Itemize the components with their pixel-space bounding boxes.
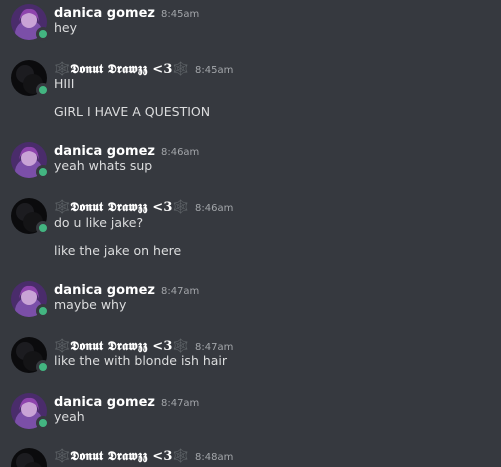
timestamp: 8:47am (160, 286, 200, 297)
avatar[interactable] (11, 4, 50, 41)
online-status-icon (36, 165, 50, 179)
message-text: maybe why (54, 297, 127, 312)
online-status-icon (36, 416, 50, 430)
online-status-icon (36, 304, 50, 318)
message-group: danica gomez 8:46am yeah whats sup (0, 138, 501, 188)
message-text: like the with blonde ish hair (54, 353, 228, 368)
message-text: hey (54, 20, 78, 35)
online-status-icon (36, 360, 50, 374)
timestamp: 8:47am (160, 398, 200, 409)
message-header: 🕸️𝕯𝖔𝖓𝖚𝖙 𝕯𝖗𝖆𝖜𝖟𝖟 <3🕸️ 8:48am (54, 444, 233, 466)
avatar[interactable] (11, 281, 50, 318)
message-group: 🕸️𝕯𝖔𝖓𝖚𝖙 𝕯𝖗𝖆𝖜𝖟𝖟 <3🕸️ 8:48am (0, 444, 501, 467)
username[interactable]: 🕸️𝕯𝖔𝖓𝖚𝖙 𝕯𝖗𝖆𝖜𝖟𝖟 <3🕸️ (54, 449, 189, 464)
avatar[interactable] (11, 337, 50, 374)
timestamp: 8:45am (160, 9, 200, 20)
message-header: 🕸️𝕯𝖔𝖓𝖚𝖙 𝕯𝖗𝖆𝖜𝖟𝖟 <3🕸️ 8:45am (54, 57, 233, 79)
avatar[interactable] (11, 142, 50, 179)
message-text: do u like jake? (54, 215, 144, 230)
online-status-icon (36, 27, 50, 41)
timestamp: 8:45am (195, 65, 234, 76)
avatar[interactable] (11, 198, 50, 235)
message-group: danica gomez 8:45am hey (0, 0, 501, 50)
message-group: danica gomez 8:47am yeah (0, 389, 501, 439)
avatar[interactable] (11, 448, 47, 467)
timestamp: 8:46am (195, 203, 234, 214)
message-group: danica gomez 8:47am maybe why (0, 277, 501, 327)
username[interactable]: 🕸️𝕯𝖔𝖓𝖚𝖙 𝕯𝖗𝖆𝖜𝖟𝖟 <3🕸️ (54, 200, 189, 215)
message-text: HIII (54, 76, 75, 91)
avatar[interactable] (11, 393, 50, 430)
avatar[interactable] (11, 60, 50, 97)
message-text: GIRL I HAVE A QUESTION (54, 104, 211, 119)
dark-avatar-icon (11, 448, 47, 467)
message-text: like the jake on here (54, 243, 182, 258)
online-status-icon (36, 221, 50, 235)
message-group: 🕸️𝕯𝖔𝖓𝖚𝖙 𝕯𝖗𝖆𝖜𝖟𝖟 <3🕸️ 8:46am do u like jake… (0, 194, 501, 264)
message-group: 🕸️𝕯𝖔𝖓𝖚𝖙 𝕯𝖗𝖆𝖜𝖟𝖟 <3🕸️ 8:45am HIII GIRL I HA… (0, 56, 501, 126)
timestamp: 8:48am (195, 452, 234, 463)
message-text: yeah whats sup (54, 158, 153, 173)
chat-message-list[interactable]: danica gomez 8:45am hey 🕸️𝕯𝖔𝖓𝖚𝖙 𝕯𝖗𝖆𝖜𝖟𝖟 <3… (0, 0, 501, 467)
message-text: yeah (54, 409, 85, 424)
online-status-icon (36, 83, 50, 97)
message-group: 🕸️𝕯𝖔𝖓𝖚𝖙 𝕯𝖗𝖆𝖜𝖟𝖟 <3🕸️ 8:47am like the with … (0, 333, 501, 383)
timestamp: 8:46am (160, 147, 200, 158)
